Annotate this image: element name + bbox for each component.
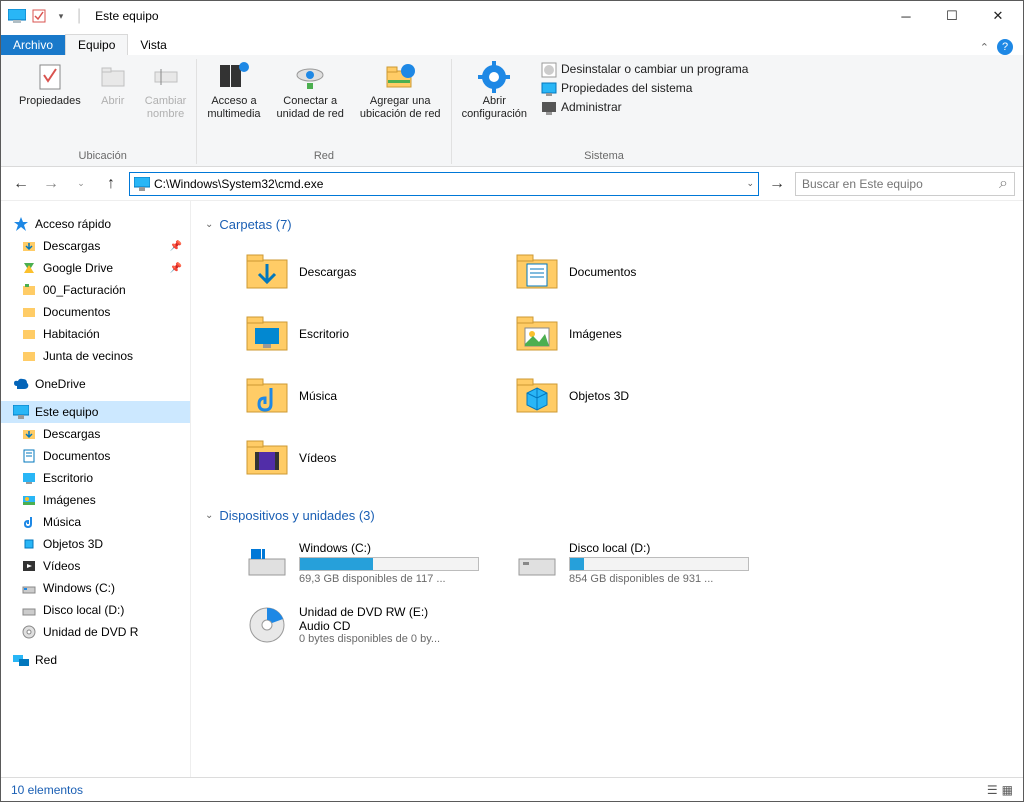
acceso-multimedia-button[interactable]: Acceso a multimedia: [203, 59, 264, 122]
help-icon[interactable]: ?: [997, 39, 1013, 55]
address-field[interactable]: ⌄: [129, 172, 759, 196]
sidebar-item-quick[interactable]: Habitación: [1, 323, 190, 345]
sidebar-item-pc[interactable]: Imágenes: [1, 489, 190, 511]
qat-dropdown-icon[interactable]: ▾: [51, 6, 71, 26]
tab-vista[interactable]: Vista: [128, 35, 178, 55]
abrir-configuracion-button[interactable]: Abrir configuración: [458, 59, 531, 122]
statusbar: 10 elementos ☰ ▦: [1, 777, 1023, 801]
drive-tile[interactable]: Windows (C:)69,3 GB disponibles de 117 .…: [245, 533, 505, 593]
sidebar-this-pc[interactable]: Este equipo: [1, 401, 190, 423]
group-label-ubicacion: Ubicación: [79, 148, 127, 164]
view-details-icon[interactable]: ☰: [987, 783, 998, 797]
folder-tile[interactable]: Música: [245, 366, 505, 426]
folder-tile[interactable]: Imágenes: [515, 304, 775, 364]
window-title: Este equipo: [95, 9, 158, 23]
back-button[interactable]: ←: [9, 172, 33, 196]
chevron-down-icon: ⌄: [205, 219, 213, 230]
forward-button[interactable]: →: [39, 172, 63, 196]
drive-tile[interactable]: Disco local (D:)854 GB disponibles de 93…: [515, 533, 775, 593]
address-bar: ← → ⌄ ↑ ⌄ → ⌕: [1, 167, 1023, 201]
drive-tile[interactable]: Unidad de DVD RW (E:) Audio CD0 bytes di…: [245, 595, 505, 655]
ribbon-tabs: Archivo Equipo Vista ⌃ ?: [1, 31, 1023, 55]
address-input[interactable]: [154, 177, 742, 191]
minimize-button[interactable]: ─: [883, 1, 929, 31]
section-carpetas-header[interactable]: ⌄ Carpetas (7): [205, 211, 1009, 242]
titlebar: ▾ | Este equipo ─ ☐ ✕: [1, 1, 1023, 31]
cambiar-nombre-button[interactable]: Cambiar nombre: [141, 59, 191, 122]
search-icon[interactable]: ⌕: [999, 175, 1008, 193]
section-dispositivos-header[interactable]: ⌄ Dispositivos y unidades (3): [205, 502, 1009, 533]
sidebar-network[interactable]: Red: [1, 649, 190, 671]
content-area: ⌄ Carpetas (7) DescargasDocumentosEscrit…: [191, 201, 1023, 777]
sidebar-item-pc[interactable]: Música: [1, 511, 190, 533]
group-label-sistema: Sistema: [584, 148, 624, 164]
status-text: 10 elementos: [11, 783, 83, 797]
sidebar-item-quick[interactable]: 00_Facturación: [1, 279, 190, 301]
group-label-red: Red: [314, 148, 334, 164]
tab-archivo[interactable]: Archivo: [1, 35, 65, 55]
sidebar-item-pc[interactable]: Descargas: [1, 423, 190, 445]
folder-tile[interactable]: Vídeos: [245, 428, 505, 488]
folder-tile[interactable]: Descargas: [245, 242, 505, 302]
agregar-ubicacion-button[interactable]: Agregar una ubicación de red: [356, 59, 445, 122]
app-icon: [7, 6, 27, 26]
up-button[interactable]: ↑: [99, 172, 123, 196]
close-button[interactable]: ✕: [975, 1, 1021, 31]
maximize-button[interactable]: ☐: [929, 1, 975, 31]
folder-tile[interactable]: Escritorio: [245, 304, 505, 364]
view-icons-icon[interactable]: ▦: [1002, 783, 1013, 797]
qat-properties-icon[interactable]: [29, 6, 49, 26]
chevron-down-icon: ⌄: [205, 510, 213, 521]
collapse-ribbon-icon[interactable]: ⌃: [980, 41, 989, 54]
sidebar-item-quick[interactable]: Google Drive📌: [1, 257, 190, 279]
sidebar-item-pc[interactable]: Disco local (D:): [1, 599, 190, 621]
folder-tile[interactable]: Objetos 3D: [515, 366, 775, 426]
address-dropdown-icon[interactable]: ⌄: [746, 178, 754, 189]
ribbon: Propiedades Abrir Cambiar nombre Ubicaci…: [1, 55, 1023, 167]
sidebar-item-pc[interactable]: Vídeos: [1, 555, 190, 577]
sidebar-quick-access[interactable]: Acceso rápido: [1, 213, 190, 235]
sidebar[interactable]: Acceso rápido Descargas📌Google Drive📌00_…: [1, 201, 191, 777]
sidebar-item-quick[interactable]: Documentos: [1, 301, 190, 323]
administrar-button[interactable]: Administrar: [539, 99, 750, 117]
sidebar-item-quick[interactable]: Junta de vecinos: [1, 345, 190, 367]
tab-equipo[interactable]: Equipo: [65, 34, 128, 55]
abrir-button[interactable]: Abrir: [93, 59, 133, 110]
sidebar-item-pc[interactable]: Unidad de DVD R: [1, 621, 190, 643]
sidebar-item-quick[interactable]: Descargas📌: [1, 235, 190, 257]
search-input[interactable]: [802, 177, 999, 191]
sidebar-item-pc[interactable]: Windows (C:): [1, 577, 190, 599]
sidebar-item-pc[interactable]: Escritorio: [1, 467, 190, 489]
go-button[interactable]: →: [765, 172, 789, 196]
recent-dropdown-icon[interactable]: ⌄: [69, 172, 93, 196]
sidebar-onedrive[interactable]: OneDrive: [1, 373, 190, 395]
propiedades-button[interactable]: Propiedades: [15, 59, 85, 110]
sidebar-item-pc[interactable]: Documentos: [1, 445, 190, 467]
conectar-unidad-button[interactable]: Conectar a unidad de red: [273, 59, 348, 122]
propiedades-sistema-button[interactable]: Propiedades del sistema: [539, 80, 750, 98]
search-field[interactable]: ⌕: [795, 172, 1015, 196]
desinstalar-button[interactable]: Desinstalar o cambiar un programa: [539, 61, 750, 79]
folder-tile[interactable]: Documentos: [515, 242, 775, 302]
sidebar-item-pc[interactable]: Objetos 3D: [1, 533, 190, 555]
